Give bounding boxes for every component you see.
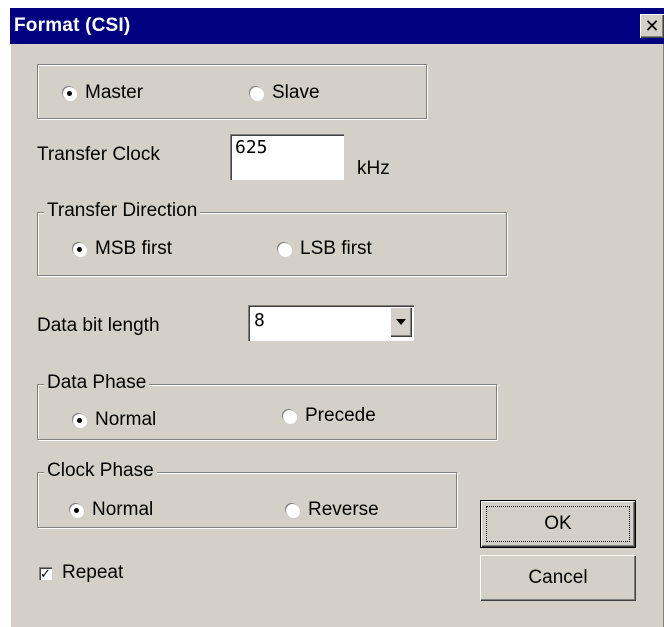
clock-phase-reverse-label: Reverse	[308, 499, 379, 520]
cancel-label: Cancel	[528, 567, 588, 588]
mode-group: Master Slave	[37, 64, 427, 119]
radio-selected-icon	[73, 413, 86, 427]
data-phase-legend: Data Phase	[44, 372, 150, 394]
close-icon: ✕	[644, 16, 660, 36]
transfer-direction-group: Transfer Direction MSB first LSB first	[37, 200, 507, 276]
slave-label: Slave	[272, 82, 320, 103]
data-bit-length-select[interactable]: 8	[248, 305, 414, 341]
transfer-clock-input[interactable]: 625	[230, 134, 344, 180]
radio-selected-icon	[63, 86, 76, 100]
transfer-clock-value: 625	[235, 137, 268, 158]
check-icon: ✓	[39, 565, 52, 581]
radio-selected-icon	[73, 242, 86, 256]
window-title: Format (CSI)	[14, 15, 131, 36]
data-phase-precede-radio[interactable]: Precede	[283, 405, 376, 427]
lsb-first-radio[interactable]: LSB first	[278, 238, 372, 260]
data-phase-precede-label: Precede	[305, 405, 376, 426]
clock-phase-legend: Clock Phase	[44, 460, 157, 482]
close-button[interactable]: ✕	[640, 14, 664, 38]
format-csi-dialog: Format (CSI) ✕ Master Slave Transfer Clo…	[10, 8, 664, 627]
msb-first-radio[interactable]: MSB first	[73, 238, 172, 260]
title-bar[interactable]: Format (CSI) ✕	[10, 8, 664, 44]
ok-button[interactable]: OK	[480, 500, 636, 548]
clock-phase-normal-label: Normal	[92, 499, 154, 520]
data-phase-normal-label: Normal	[95, 409, 157, 430]
repeat-checkbox[interactable]: ✓ Repeat	[39, 562, 123, 584]
radio-unselected-icon	[283, 409, 296, 423]
radio-unselected-icon	[278, 242, 291, 256]
chevron-down-icon	[396, 319, 406, 325]
focus-indicator	[486, 506, 630, 542]
data-bit-length-label: Data bit length	[37, 315, 160, 336]
master-radio[interactable]: Master	[63, 82, 143, 104]
transfer-direction-legend: Transfer Direction	[44, 200, 201, 222]
msb-first-label: MSB first	[95, 238, 173, 259]
slave-radio[interactable]: Slave	[250, 82, 320, 104]
radio-unselected-icon	[250, 86, 263, 100]
clock-phase-group: Clock Phase Normal Reverse	[37, 460, 457, 528]
clock-phase-reverse-radio[interactable]: Reverse	[286, 499, 379, 521]
data-phase-group: Data Phase Normal Precede	[37, 372, 497, 440]
dropdown-button[interactable]	[390, 307, 412, 337]
lsb-first-label: LSB first	[300, 238, 372, 259]
repeat-label: Repeat	[62, 562, 124, 583]
cancel-button[interactable]: Cancel	[480, 555, 636, 601]
radio-unselected-icon	[286, 503, 299, 517]
data-bit-length-value: 8	[254, 310, 265, 331]
transfer-clock-label: Transfer Clock	[37, 144, 160, 165]
data-phase-normal-radio[interactable]: Normal	[73, 409, 156, 431]
radio-selected-icon	[70, 503, 83, 517]
clock-phase-normal-radio[interactable]: Normal	[70, 499, 153, 521]
transfer-clock-unit: kHz	[357, 158, 390, 179]
master-label: Master	[85, 82, 144, 103]
